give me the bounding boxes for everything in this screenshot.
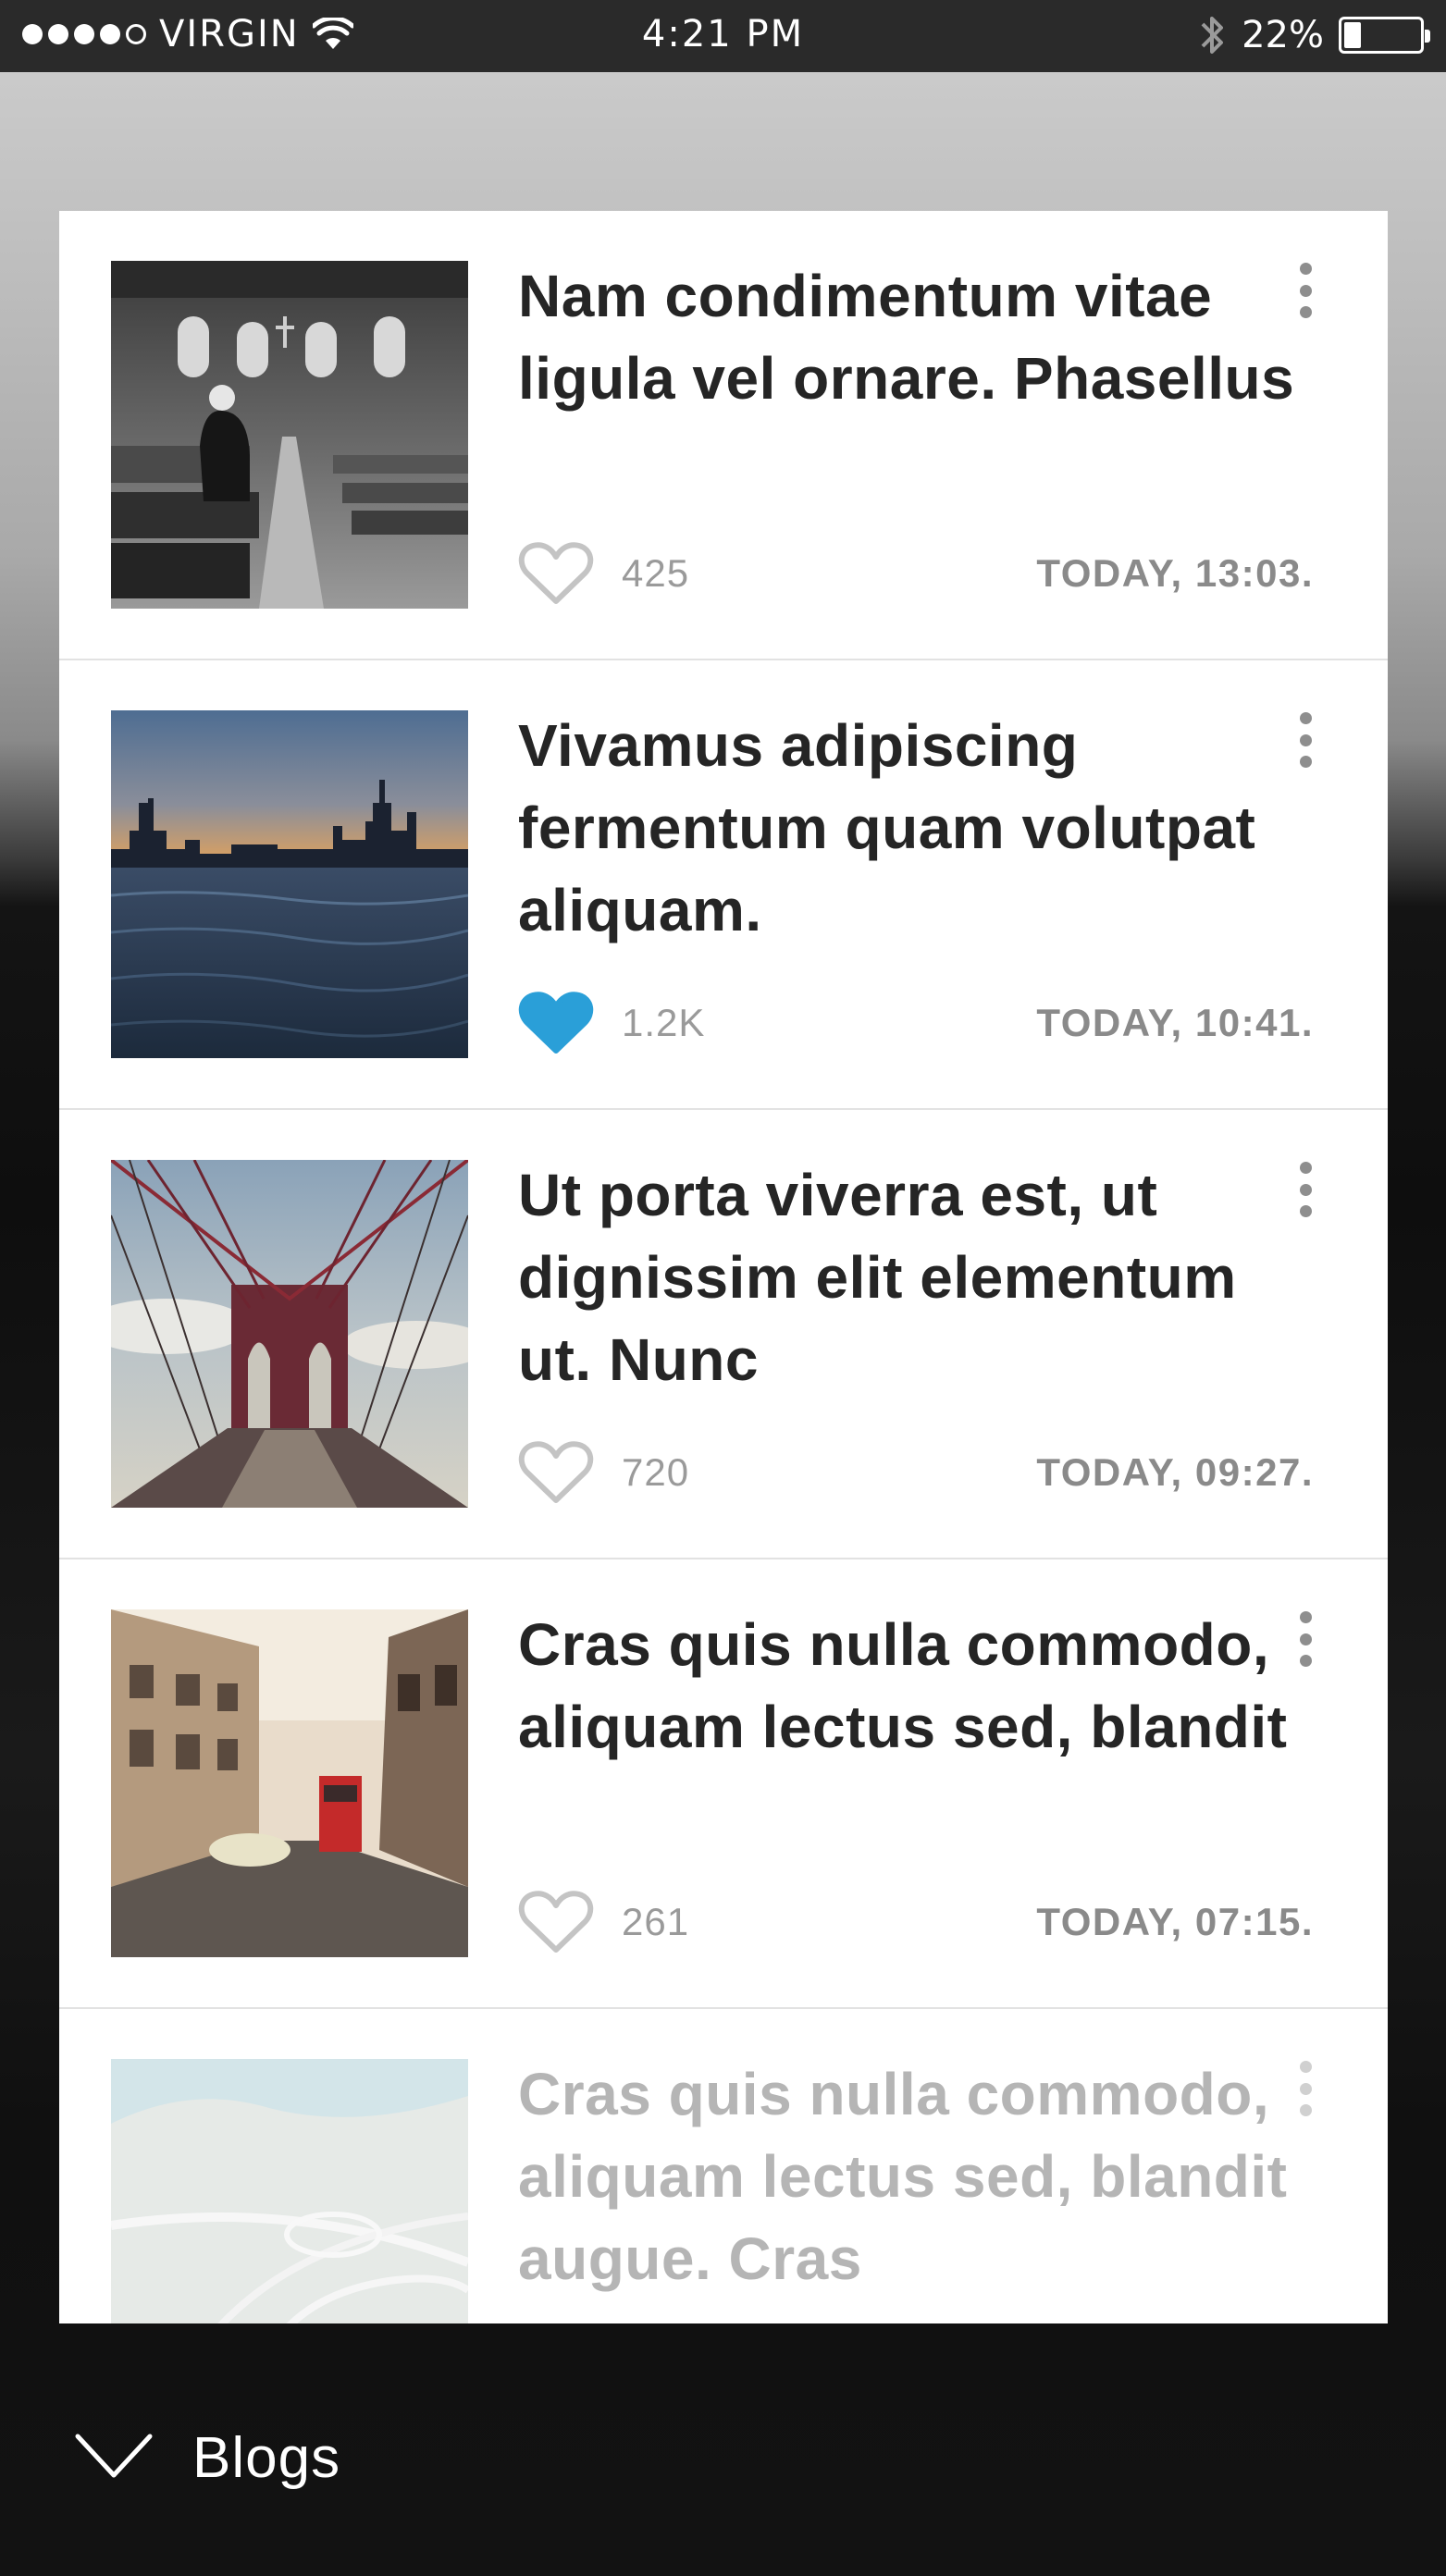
like-count: 261 [622, 1900, 690, 1943]
blog-feed-list[interactable]: Nam condimentum vitae ligula vel ornare.… [59, 211, 1388, 2323]
like-count: 720 [622, 1450, 690, 1494]
post-timestamp: TODAY, 09:27. [1036, 1450, 1314, 1494]
bluetooth-icon [1201, 17, 1224, 54]
post-meta: 1.2K TODAY, 10:41. [518, 984, 1314, 1058]
heart-outline-icon[interactable] [518, 1889, 594, 1955]
thumbnail-brooklyn-bridge[interactable] [111, 1160, 468, 1508]
thumbnail-church-interior[interactable] [111, 261, 468, 609]
list-item[interactable]: Cras quis nulla commodo, aliquam lectus … [59, 1559, 1388, 2009]
battery-cap [1425, 30, 1430, 43]
thumbnail-highway-interchange[interactable] [111, 2059, 468, 2323]
battery-percent: 22% [1242, 14, 1324, 56]
heart-outline-icon[interactable] [518, 1439, 594, 1506]
more-options-icon[interactable] [1292, 1611, 1319, 1667]
post-meta: 261 TODAY, 07:15. [518, 1883, 1314, 1957]
battery-level-fill [1344, 22, 1361, 48]
post-timestamp: TODAY, 07:15. [1036, 1900, 1314, 1943]
like-count: 425 [622, 551, 690, 595]
bottom-section-bar[interactable]: Blogs [0, 2323, 1446, 2576]
post-title[interactable]: Cras quis nulla commodo, aliquam lectus … [518, 1604, 1295, 1769]
heart-filled-icon[interactable] [518, 990, 594, 1056]
section-label-blogs[interactable]: Blogs [192, 2425, 340, 2491]
more-options-icon[interactable] [1292, 712, 1319, 768]
status-bar: VIRGIN 4:21 PM 22% [0, 0, 1446, 72]
post-meta: 425 TODAY, 13:03. [518, 535, 1314, 609]
list-item[interactable]: Vivamus adipiscing fermentum quam volutp… [59, 660, 1388, 1110]
post-meta: 720 TODAY, 09:27. [518, 1434, 1314, 1508]
more-options-icon[interactable] [1292, 263, 1319, 318]
thumbnail-city-street[interactable] [111, 1609, 468, 1957]
post-timestamp: TODAY, 13:03. [1036, 551, 1314, 595]
more-options-icon[interactable] [1292, 2061, 1319, 2116]
status-right-group: 22% [1199, 11, 1430, 59]
list-item[interactable]: Ut porta viverra est, ut dignissim elit … [59, 1110, 1388, 1559]
list-item[interactable]: Cras quis nulla commodo, aliquam lectus … [59, 2009, 1388, 2323]
post-title[interactable]: Cras quis nulla commodo, aliquam lectus … [518, 2053, 1295, 2300]
like-count: 1.2K [622, 1001, 706, 1044]
post-title[interactable]: Ut porta viverra est, ut dignissim elit … [518, 1154, 1295, 1401]
thumbnail-city-skyline[interactable] [111, 710, 468, 1058]
post-timestamp: TODAY, 10:41. [1036, 1001, 1314, 1044]
more-options-icon[interactable] [1292, 1162, 1319, 1217]
battery-icon [1339, 17, 1430, 54]
post-title[interactable]: Nam condimentum vitae ligula vel ornare.… [518, 255, 1295, 420]
chevron-down-icon[interactable] [74, 2431, 154, 2483]
list-item[interactable]: Nam condimentum vitae ligula vel ornare.… [59, 211, 1388, 660]
heart-outline-icon[interactable] [518, 540, 594, 607]
post-title[interactable]: Vivamus adipiscing fermentum quam volutp… [518, 705, 1295, 952]
